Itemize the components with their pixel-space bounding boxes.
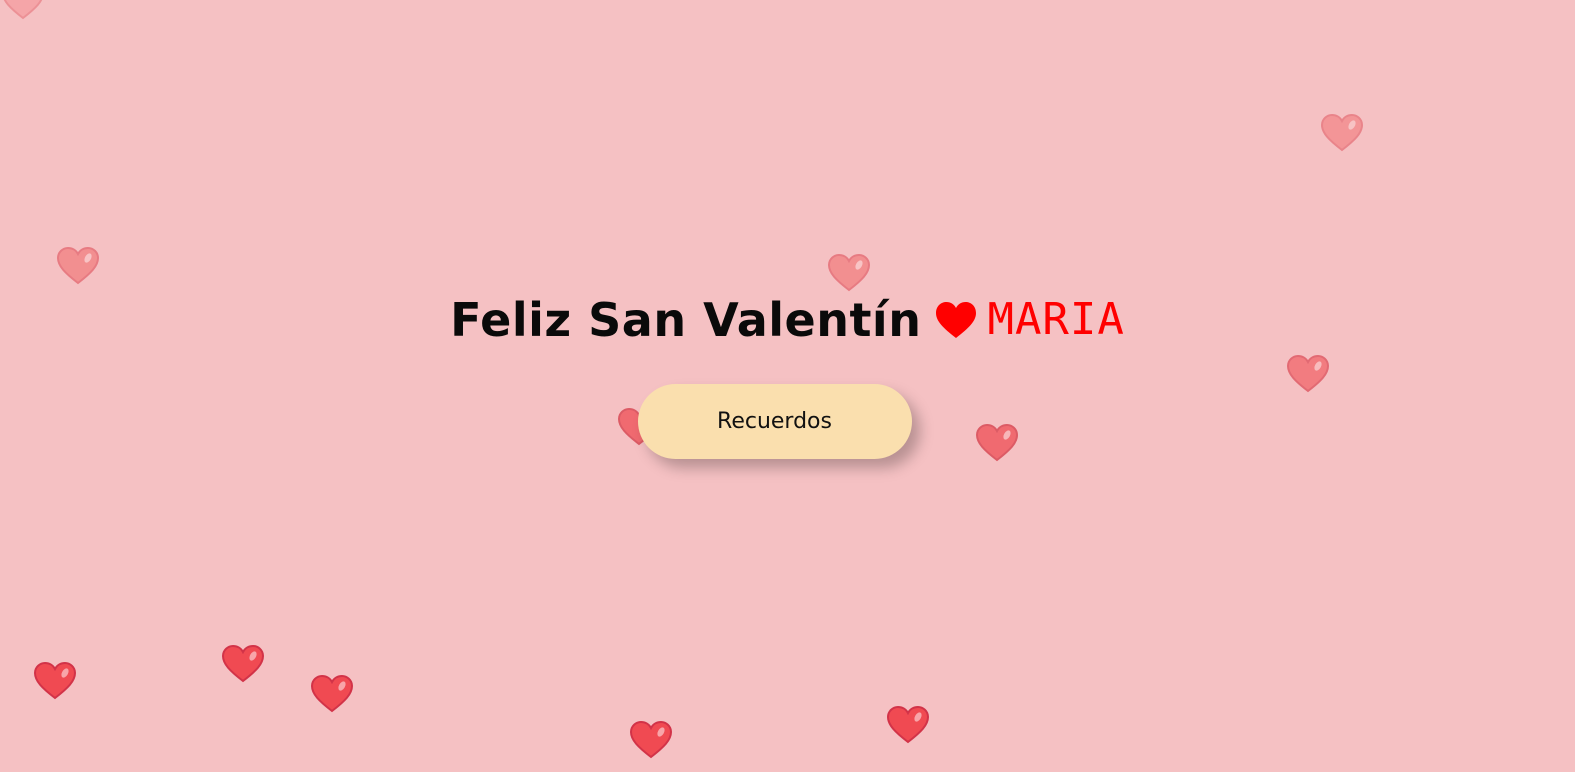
heart-icon [630, 721, 672, 759]
memories-button[interactable]: Recuerdos [637, 384, 912, 459]
button-container: Recuerdos [0, 384, 1575, 459]
recipient-name: MARIA [987, 294, 1125, 345]
main-content: Feliz San Valentín MARIA Recuerdos [0, 290, 1575, 459]
heart-icon [935, 301, 977, 339]
heart-icon [34, 662, 76, 700]
heart-icon [1321, 114, 1363, 152]
heart-icon [887, 706, 929, 744]
heart-icon [2, 0, 44, 20]
greeting-text: Feliz San Valentín [450, 293, 922, 347]
heart-icon [828, 254, 870, 292]
heart-icon [57, 247, 99, 285]
heart-icon [222, 645, 264, 683]
heart-icon [311, 675, 353, 713]
page-title: Feliz San Valentín MARIA [450, 290, 1125, 350]
